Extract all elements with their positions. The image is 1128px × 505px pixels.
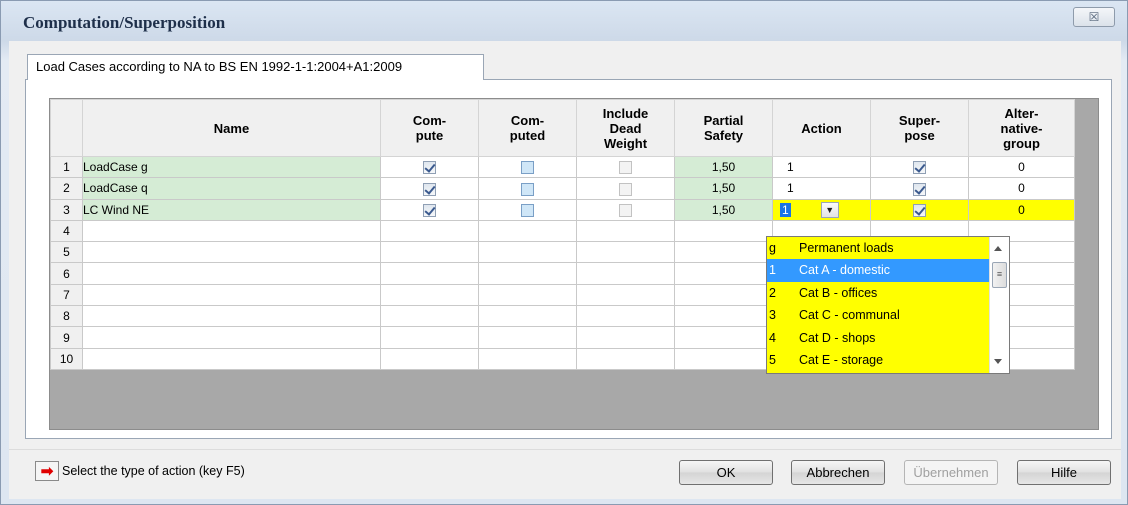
- row-number: 6: [50, 262, 83, 285]
- superpose-cell[interactable]: [870, 198, 969, 221]
- action-cell[interactable]: 1: [772, 177, 871, 200]
- compute-cell[interactable]: [380, 198, 479, 221]
- dropdown-item[interactable]: g Permanent loads: [767, 237, 1009, 259]
- name-cell[interactable]: [82, 283, 381, 307]
- row-number: 2: [50, 177, 83, 200]
- window-title: Computation/Superposition: [23, 13, 226, 32]
- row-number: 10: [50, 347, 83, 370]
- name-cell[interactable]: LoadCase g: [82, 155, 381, 179]
- divider: [9, 449, 1121, 450]
- superpose-checkbox[interactable]: [913, 182, 926, 196]
- compute-checkbox[interactable]: [423, 161, 436, 175]
- dropdown-item-selected[interactable]: 1 Cat A - domestic: [767, 259, 989, 282]
- row-number: 9: [50, 326, 83, 349]
- table-row: 2 LoadCase q 1,50 1 0: [50, 177, 1075, 200]
- partial-safety-cell[interactable]: 1,50: [674, 198, 773, 221]
- red-arrow-icon: ➡: [35, 461, 59, 481]
- apply-button[interactable]: Übernehmen: [904, 460, 998, 485]
- action-cell[interactable]: 1: [772, 155, 871, 179]
- action-value: 1: [787, 181, 794, 196]
- help-button[interactable]: Hilfe: [1017, 460, 1111, 485]
- superpose-checkbox[interactable]: [913, 203, 926, 217]
- header-superpose: Super- pose: [870, 99, 969, 157]
- include-dead-weight-cell[interactable]: [576, 155, 675, 179]
- row-number: 3: [50, 198, 83, 221]
- dropdown-item[interactable]: 3 Cat C - communal: [767, 304, 1009, 326]
- table-row-active: 3 LC Wind NE 1,50 1 ▼ 0: [50, 198, 1075, 221]
- compute-cell[interactable]: [380, 177, 479, 200]
- chevron-down-icon[interactable]: ▼: [820, 201, 839, 218]
- compute-checkbox[interactable]: [423, 182, 436, 196]
- name-cell[interactable]: [82, 347, 381, 370]
- name-cell[interactable]: [82, 262, 381, 285]
- row-number: 7: [50, 283, 83, 307]
- cancel-button[interactable]: Abbrechen: [791, 460, 885, 485]
- row-number: 1: [50, 155, 83, 179]
- scroll-thumb[interactable]: ≡: [992, 262, 1007, 288]
- name-cell[interactable]: [82, 219, 381, 243]
- row-number-header: [50, 99, 83, 157]
- alternative-group-cell[interactable]: 0: [968, 177, 1075, 200]
- action-value: 1: [787, 160, 794, 175]
- computed-cell: [478, 155, 577, 179]
- compute-cell[interactable]: [380, 155, 479, 179]
- dropdown-item[interactable]: 5 Cat E - storage: [767, 349, 1009, 371]
- header-include-dead-weight: Include Dead Weight: [576, 99, 675, 157]
- header-computed: Com- puted: [478, 99, 577, 157]
- include-dead-weight-checkbox[interactable]: [619, 182, 632, 196]
- computed-checkbox: [521, 182, 534, 196]
- hint-text: Select the type of action (key F5): [62, 464, 245, 478]
- compute-checkbox[interactable]: [423, 203, 436, 217]
- dropdown-scrollbar[interactable]: ≡: [989, 237, 1009, 373]
- computation-superposition-dialog: Computation/Superposition ☒ Load Cases a…: [0, 0, 1128, 505]
- computed-cell: [478, 177, 577, 200]
- computed-checkbox: [521, 203, 534, 217]
- row-number: 4: [50, 219, 83, 243]
- row-number: 8: [50, 305, 83, 328]
- action-combo-cell[interactable]: 1 ▼: [772, 198, 871, 221]
- action-combo-value[interactable]: 1: [780, 202, 791, 217]
- status-hint: ➡ Select the type of action (key F5): [35, 461, 245, 481]
- include-dead-weight-cell[interactable]: [576, 177, 675, 200]
- tab-load-cases[interactable]: Load Cases according to NA to BS EN 1992…: [27, 54, 484, 80]
- computed-cell: [478, 198, 577, 221]
- header-partial-safety: Partial Safety: [674, 99, 773, 157]
- superpose-checkbox[interactable]: [913, 161, 926, 175]
- close-button[interactable]: ☒: [1073, 7, 1115, 27]
- include-dead-weight-checkbox[interactable]: [619, 203, 632, 217]
- dropdown-item[interactable]: 4 Cat D - shops: [767, 327, 1009, 349]
- alternative-group-cell[interactable]: 0: [968, 155, 1075, 179]
- superpose-cell[interactable]: [870, 155, 969, 179]
- header-compute: Com- pute: [380, 99, 479, 157]
- partial-safety-cell[interactable]: 1,50: [674, 177, 773, 200]
- header-action: Action: [772, 99, 871, 157]
- scroll-down-icon[interactable]: [994, 359, 1002, 364]
- header-name: Name: [82, 99, 381, 157]
- name-cell[interactable]: [82, 305, 381, 328]
- include-dead-weight-cell[interactable]: [576, 198, 675, 221]
- name-cell[interactable]: LoadCase q: [82, 177, 381, 200]
- name-cell[interactable]: [82, 326, 381, 349]
- superpose-cell[interactable]: [870, 177, 969, 200]
- partial-safety-cell[interactable]: 1,50: [674, 155, 773, 179]
- title-bar: Computation/Superposition ☒: [1, 1, 1127, 41]
- header-alternative-group: Alter- native- group: [968, 99, 1075, 157]
- table-row: 1 LoadCase g 1,50 1 0: [50, 155, 1075, 179]
- include-dead-weight-checkbox[interactable]: [619, 161, 632, 175]
- action-dropdown-list[interactable]: g Permanent loads 1 Cat A - domestic 2 Cat …: [766, 236, 1010, 374]
- dropdown-item[interactable]: 2 Cat B - offices: [767, 282, 1009, 304]
- ok-button[interactable]: OK: [679, 460, 773, 485]
- name-cell[interactable]: [82, 241, 381, 264]
- scroll-up-icon[interactable]: [994, 246, 1002, 251]
- alternative-group-cell[interactable]: 0: [968, 198, 1075, 221]
- computed-checkbox: [521, 161, 534, 175]
- row-number: 5: [50, 241, 83, 264]
- name-cell[interactable]: LC Wind NE: [82, 198, 381, 221]
